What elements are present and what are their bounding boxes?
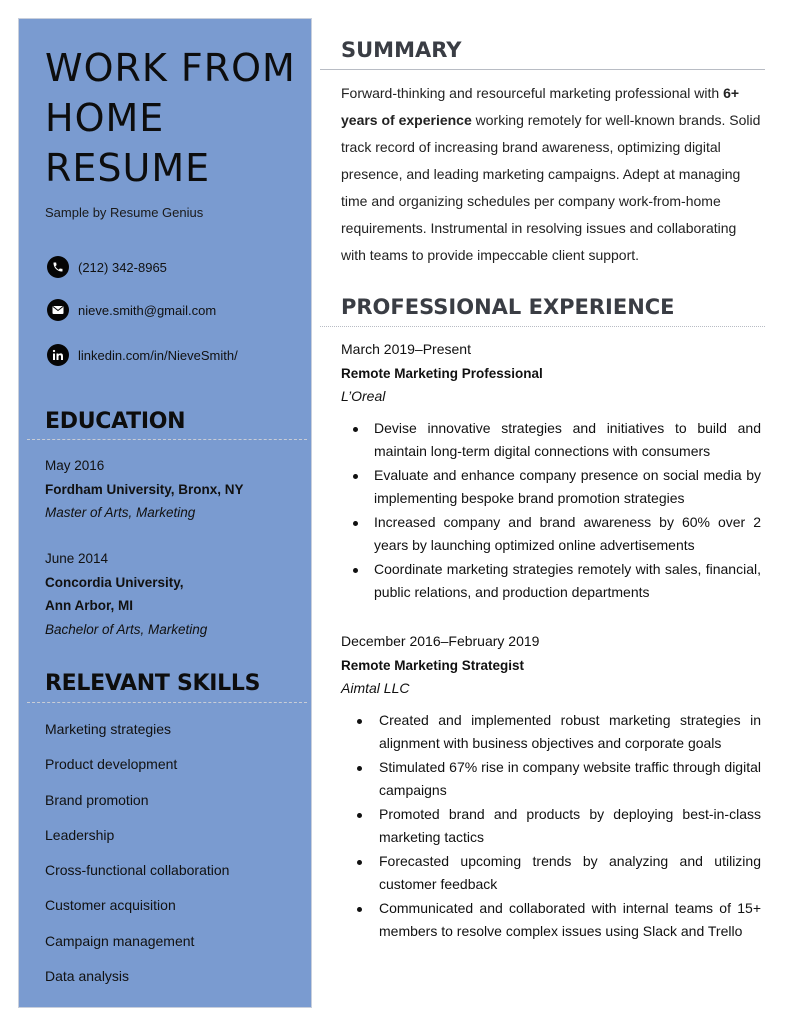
summary-text: Forward-thinking and resourceful marketi… bbox=[341, 80, 761, 269]
job-bullet: Promoted brand and products by deploying… bbox=[341, 803, 761, 850]
education-date: May 2016 bbox=[45, 458, 105, 473]
linkedin-icon bbox=[47, 344, 69, 366]
skill-item: Data analysis bbox=[45, 968, 130, 985]
education-divider bbox=[27, 439, 307, 440]
education-school-location: Ann Arbor, MI bbox=[45, 598, 133, 613]
job-entry: December 2016–February 2019 Remote Marke… bbox=[341, 630, 761, 944]
linkedin-url: linkedin.com/in/NieveSmith/ bbox=[78, 347, 238, 363]
education-heading: EDUCATION bbox=[45, 409, 186, 434]
job-bullet: Devise innovative strategies and initiat… bbox=[341, 417, 761, 464]
summary-heading: SUMMARY bbox=[341, 38, 462, 62]
job-bullets: Created and implemented robust marketing… bbox=[341, 709, 761, 944]
education-entry: June 2014 Concordia University, Ann Arbo… bbox=[45, 547, 207, 641]
skill-item: Customer acquisition bbox=[45, 897, 176, 914]
job-entry: March 2019–Present Remote Marketing Prof… bbox=[341, 338, 761, 605]
experience-divider bbox=[320, 326, 765, 327]
email-address: nieve.smith@gmail.com bbox=[78, 302, 217, 318]
education-date: June 2014 bbox=[45, 551, 109, 566]
contact-linkedin[interactable]: linkedin.com/in/NieveSmith/ bbox=[47, 344, 238, 366]
education-degree: Master of Arts, Marketing bbox=[45, 505, 196, 520]
resume-title: WORK FROM HOME RESUME bbox=[45, 43, 313, 193]
job-bullet: Created and implemented robust marketing… bbox=[341, 709, 761, 756]
job-bullet: Forecasted upcoming trends by analyzing … bbox=[341, 850, 761, 897]
email-icon bbox=[47, 299, 69, 321]
subtitle: Sample by Resume Genius bbox=[45, 205, 204, 220]
contact-phone[interactable]: (212) 342-8965 bbox=[47, 256, 167, 278]
job-bullet: Coordinate marketing strategies remotely… bbox=[341, 558, 761, 605]
job-bullet: Stimulated 67% rise in company website t… bbox=[341, 756, 761, 803]
title-line: RESUME bbox=[45, 146, 211, 190]
skills-list: Marketing strategies Product development… bbox=[45, 717, 229, 999]
job-title: Remote Marketing Professional bbox=[341, 365, 543, 381]
education-entry: May 2016 Fordham University, Bronx, NY M… bbox=[45, 454, 244, 525]
skill-item: Marketing strategies bbox=[45, 721, 172, 737]
education-degree: Bachelor of Arts, Marketing bbox=[45, 621, 208, 637]
job-bullet: Communicated and collaborated with inter… bbox=[341, 897, 761, 944]
contact-email[interactable]: nieve.smith@gmail.com bbox=[47, 299, 216, 321]
skills-heading: RELEVANT SKILLS bbox=[45, 671, 261, 696]
education-school: Concordia University, bbox=[45, 574, 184, 590]
skills-divider bbox=[27, 702, 307, 703]
skill-item: Cross-functional collaboration bbox=[45, 862, 230, 879]
job-dates: March 2019–Present bbox=[341, 341, 471, 357]
phone-icon bbox=[47, 256, 69, 278]
summary-text-end: working remotely for well-known brands. … bbox=[341, 112, 761, 263]
job-bullet: Increased company and brand awareness by… bbox=[341, 511, 761, 558]
job-company: Aimtal LLC bbox=[341, 680, 410, 696]
job-dates: December 2016–February 2019 bbox=[341, 633, 540, 649]
job-company: L’Oreal bbox=[341, 388, 386, 404]
sidebar: WORK FROM HOME RESUME Sample by Resume G… bbox=[18, 18, 312, 1008]
experience-heading: PROFESSIONAL EXPERIENCE bbox=[341, 295, 675, 319]
skill-item: Leadership bbox=[45, 826, 115, 843]
title-line: WORK FROM bbox=[45, 46, 296, 90]
skill-item: Campaign management bbox=[45, 932, 195, 949]
phone-number: (212) 342-8965 bbox=[78, 259, 167, 275]
education-school: Fordham University, Bronx, NY bbox=[45, 481, 244, 497]
summary-text-start: Forward-thinking and resourceful marketi… bbox=[341, 85, 724, 101]
summary-divider bbox=[320, 69, 765, 70]
skill-item: Brand promotion bbox=[45, 791, 149, 808]
title-line: HOME bbox=[45, 96, 165, 140]
job-bullet: Evaluate and enhance company presence on… bbox=[341, 464, 761, 511]
job-title: Remote Marketing Strategist bbox=[341, 657, 525, 673]
skill-item: Product development bbox=[45, 756, 178, 773]
job-bullets: Devise innovative strategies and initiat… bbox=[341, 417, 761, 605]
